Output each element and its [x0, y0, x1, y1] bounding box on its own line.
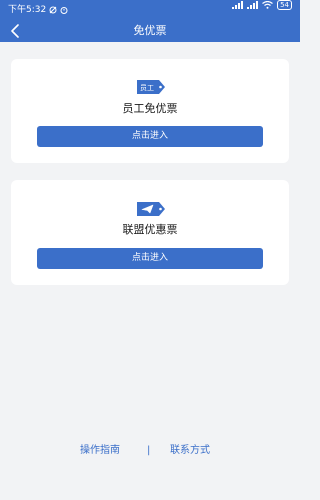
wifi-icon [262, 1, 273, 9]
alarm-icon [60, 7, 68, 14]
contact-link[interactable]: 联系方式 [170, 443, 210, 459]
employee-tag-text: 员工 [140, 84, 154, 92]
employee-enter-button[interactable]: 点击进入 [37, 126, 263, 147]
header: 下午5:32 54 免优票 [0, 0, 300, 42]
status-bar: 下午5:32 54 [0, 0, 300, 20]
page-title: 免优票 [133, 24, 167, 37]
battery-icon: 54 [277, 0, 292, 10]
guide-link[interactable]: 操作指南 [80, 443, 120, 459]
signal-icon [232, 1, 244, 9]
footer-links: 操作指南 | 联系方式 [0, 443, 300, 459]
nav-bar: 免优票 [0, 20, 300, 42]
employee-tag-icon: 员工 [137, 80, 165, 94]
footer-divider: | [147, 445, 151, 456]
back-button[interactable] [6, 22, 24, 40]
alliance-ticket-card: 联盟优惠票 点击进入 [11, 180, 289, 285]
status-right: 54 [232, 0, 292, 10]
status-left: 下午5:32 [8, 0, 68, 20]
status-time: 下午5:32 [8, 5, 47, 15]
alliance-tag-icon [137, 202, 165, 216]
chevron-left-icon [11, 24, 19, 38]
alliance-enter-button[interactable]: 点击进入 [37, 248, 263, 269]
notification-icon [49, 6, 57, 14]
signal-2-icon [247, 1, 259, 9]
employee-ticket-title: 员工免优票 [122, 102, 178, 115]
employee-ticket-card: 员工 员工免优票 点击进入 [11, 59, 289, 163]
alliance-ticket-title: 联盟优惠票 [122, 223, 178, 236]
